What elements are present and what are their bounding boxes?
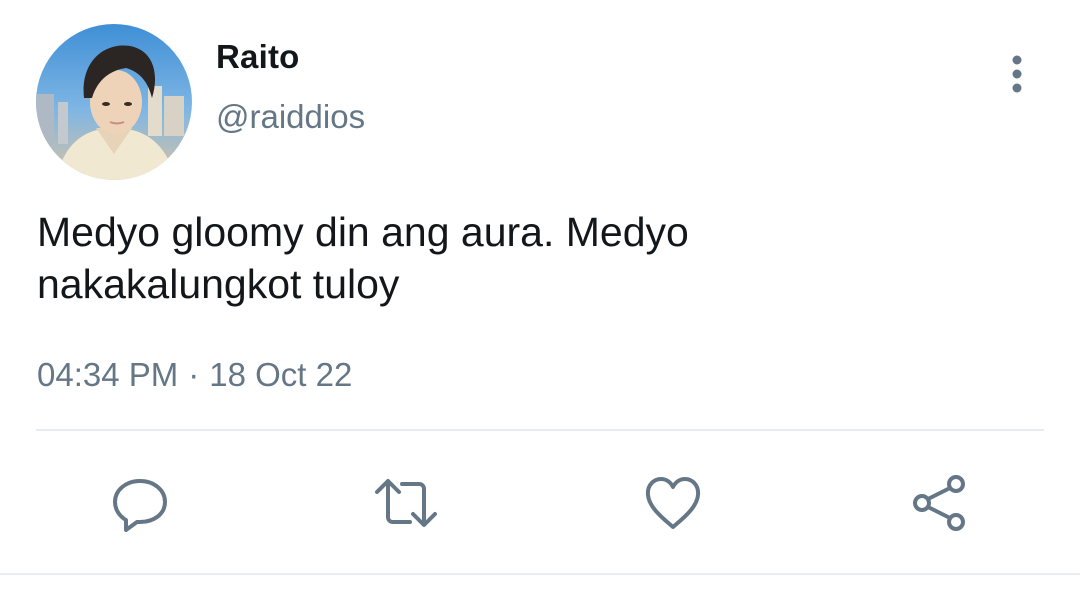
- more-vertical-icon: [1012, 55, 1022, 93]
- author-handle[interactable]: @raiddios: [216, 98, 365, 136]
- share-icon: [913, 475, 965, 531]
- meta-separator: ·: [188, 356, 200, 393]
- share-button[interactable]: [906, 470, 972, 536]
- tweet-timestamp: 04:34 PM · 18 Oct 22: [37, 356, 352, 394]
- heart-icon: [645, 477, 701, 529]
- retweet-button[interactable]: [373, 470, 439, 536]
- avatar[interactable]: [36, 24, 192, 180]
- like-button[interactable]: [640, 470, 706, 536]
- avatar-image: [36, 24, 192, 180]
- tweet-time[interactable]: 04:34 PM: [37, 356, 178, 393]
- divider: [36, 429, 1044, 431]
- tweet-date[interactable]: 18 Oct 22: [209, 356, 352, 393]
- author-display-name[interactable]: Raito: [216, 38, 300, 76]
- tweet-text-line-2: nakakalungkot tuloy: [37, 261, 400, 307]
- tweet-card: Raito @raiddios Medyo gloomy din ang aur…: [0, 0, 1080, 594]
- divider-bottom: [0, 573, 1080, 575]
- reply-button[interactable]: [107, 470, 173, 536]
- more-options-button[interactable]: [996, 50, 1038, 102]
- reply-icon: [113, 479, 167, 532]
- retweet-icon: [375, 479, 437, 527]
- tweet-text: Medyo gloomy din ang aura. Medyo nakakal…: [37, 206, 997, 310]
- tweet-text-line-1: Medyo gloomy din ang aura. Medyo: [37, 209, 689, 255]
